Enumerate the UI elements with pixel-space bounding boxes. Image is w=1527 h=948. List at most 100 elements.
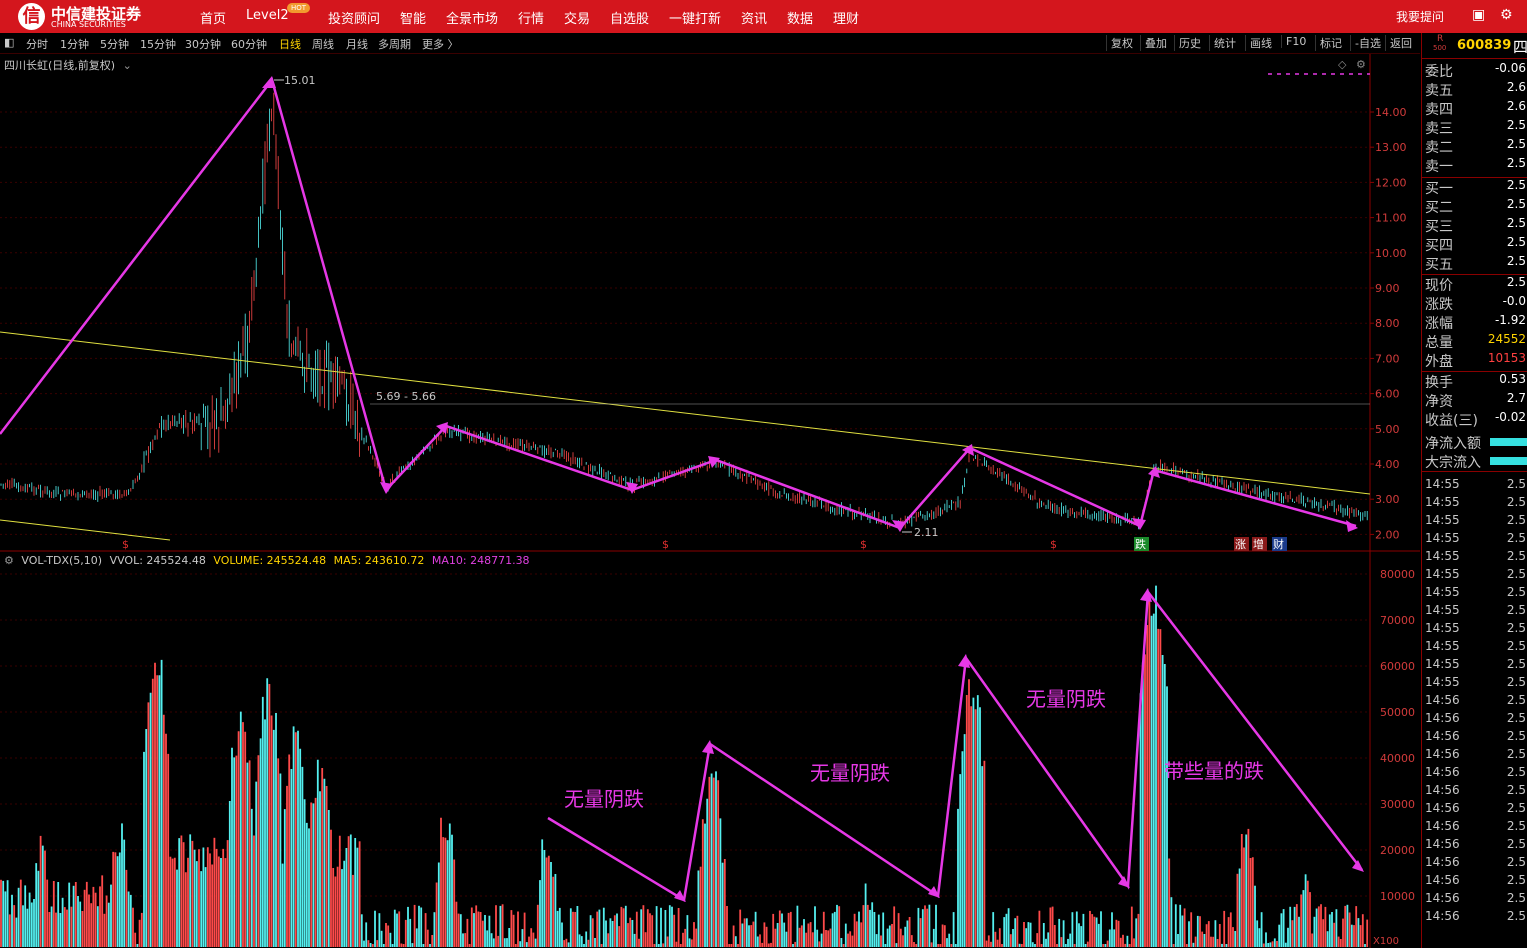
quote-value: -0.02 bbox=[1494, 410, 1526, 424]
stock-chart-canvas[interactable]: 14.00 13.00 12.00 11.00 10.00 9.00 8.00 7.00 6.0… bbox=[0, 54, 1421, 948]
marker-rise[interactable]: 涨 bbox=[1235, 538, 1246, 551]
tick-row: 14:55 2.5 bbox=[1425, 531, 1527, 549]
nav-watchlist[interactable]: 自选股 bbox=[610, 8, 649, 27]
volume-tick-label: 80000 bbox=[1380, 568, 1415, 581]
event-markers: $ $ $ $ 跌 涨 增 财 bbox=[122, 537, 1287, 551]
nav-home[interactable]: 首页 bbox=[200, 8, 226, 27]
nav-advisor[interactable]: 投资顾问 bbox=[328, 8, 380, 27]
period-monthly[interactable]: 月线 bbox=[346, 36, 368, 52]
tick-price: 2.5 bbox=[1506, 585, 1526, 599]
tick-row: 14:55 2.5 bbox=[1425, 657, 1527, 675]
tick-row: 14:56 2.5 bbox=[1425, 801, 1527, 819]
cube-icon[interactable]: ▣ bbox=[1472, 7, 1485, 23]
period-more[interactable]: 更多 〉 bbox=[422, 36, 459, 52]
tick-row: 14:56 2.5 bbox=[1425, 837, 1527, 855]
trendline-lower[interactable] bbox=[0, 519, 171, 541]
tick-row: 14:56 2.5 bbox=[1425, 747, 1527, 765]
diamond-icon[interactable]: ◇ bbox=[1338, 58, 1347, 71]
tick-time: 14:55 bbox=[1425, 621, 1460, 635]
tick-price: 2.5 bbox=[1506, 513, 1526, 527]
tick-time: 14:55 bbox=[1425, 639, 1460, 653]
quote-row: 净流入额 bbox=[1425, 433, 1527, 452]
tick-row: 14:55 2.5 bbox=[1425, 477, 1527, 495]
quote-value: 2.5 bbox=[1506, 254, 1526, 268]
period-intraday[interactable]: 分时 bbox=[26, 36, 48, 52]
tool-adjust[interactable]: 复权 bbox=[1106, 35, 1133, 51]
marker-increase[interactable]: 增 bbox=[1253, 537, 1264, 551]
stock-code-header[interactable]: R 500 600839 四 bbox=[1425, 34, 1527, 58]
nav-ipo[interactable]: 一键打新 bbox=[669, 8, 721, 27]
brand-logo[interactable]: 信 中信建投证券 CHINA SECURITIES bbox=[18, 3, 168, 31]
tool-overlay[interactable]: 叠加 bbox=[1140, 35, 1167, 51]
tool-draw[interactable]: 画线 bbox=[1245, 35, 1272, 51]
price-tick-label: 3.00 bbox=[1375, 493, 1400, 506]
tick-time: 14:56 bbox=[1425, 819, 1460, 833]
low-price-label: 2.11 bbox=[914, 526, 939, 539]
quote-label: 卖四 bbox=[1425, 102, 1453, 118]
quote-label: 涨幅 bbox=[1425, 316, 1453, 332]
tool-mark[interactable]: 标记 bbox=[1315, 35, 1342, 51]
panel-toggle-icon[interactable]: ◧ bbox=[4, 36, 14, 49]
volume-tick-label: 10000 bbox=[1380, 890, 1415, 903]
tool-f10[interactable]: F10 bbox=[1281, 35, 1306, 48]
price-tick-label: 13.00 bbox=[1375, 141, 1407, 154]
tool-history[interactable]: 历史 bbox=[1174, 35, 1201, 51]
tick-row: 14:56 2.5 bbox=[1425, 711, 1527, 729]
marker-dividend-4[interactable]: $ bbox=[1050, 538, 1057, 551]
period-daily[interactable]: 日线 bbox=[279, 36, 301, 52]
quote-label: 净流入额 bbox=[1425, 436, 1481, 452]
quote-value: 2.5 bbox=[1506, 118, 1526, 132]
nav-level2[interactable]: Level2 bbox=[246, 8, 289, 23]
tick-time: 14:55 bbox=[1425, 567, 1460, 581]
marker-finance[interactable]: 财 bbox=[1273, 537, 1284, 551]
tool-stats[interactable]: 统计 bbox=[1209, 35, 1236, 51]
tick-row: 14:56 2.5 bbox=[1425, 693, 1527, 711]
tick-time: 14:55 bbox=[1425, 675, 1460, 689]
period-multi[interactable]: 多周期 bbox=[378, 36, 411, 52]
marker-fall[interactable]: 跌 bbox=[1135, 537, 1146, 551]
tick-time: 14:56 bbox=[1425, 855, 1460, 869]
quote-row: 涨跌 -0.0 bbox=[1425, 294, 1527, 313]
tick-time: 14:55 bbox=[1425, 477, 1460, 491]
nav-wealth[interactable]: 理财 bbox=[833, 8, 859, 27]
tick-time: 14:56 bbox=[1425, 873, 1460, 887]
ask-question-link[interactable]: 我要提问 bbox=[1396, 8, 1444, 25]
volume-wave-arrows bbox=[547, 588, 1363, 903]
period-30min[interactable]: 30分钟 bbox=[185, 36, 221, 52]
tick-price: 2.5 bbox=[1506, 891, 1526, 905]
nav-news[interactable]: 资讯 bbox=[741, 8, 767, 27]
price-tick-label: 8.00 bbox=[1375, 317, 1400, 330]
period-weekly[interactable]: 周线 bbox=[312, 36, 334, 52]
marker-dividend-3[interactable]: $ bbox=[860, 538, 867, 551]
marker-dividend-1[interactable]: $ bbox=[122, 538, 129, 551]
stock-name: 四 bbox=[1513, 38, 1527, 56]
top-nav-bar: 信 中信建投证券 CHINA SECURITIES 首页 Level2 HOT … bbox=[0, 0, 1527, 33]
price-tick-label: 4.00 bbox=[1375, 458, 1400, 471]
period-15min[interactable]: 15分钟 bbox=[140, 36, 176, 52]
tick-time: 14:55 bbox=[1425, 585, 1460, 599]
tick-row: 14:55 2.5 bbox=[1425, 603, 1527, 621]
quote-row: 净资 2.7 bbox=[1425, 391, 1527, 410]
tick-time: 14:56 bbox=[1425, 711, 1460, 725]
nav-quotes[interactable]: 行情 bbox=[518, 8, 544, 27]
tool-back[interactable]: 返回 bbox=[1385, 35, 1412, 51]
period-60min[interactable]: 60分钟 bbox=[231, 36, 267, 52]
nav-smart[interactable]: 智能 bbox=[400, 8, 426, 27]
quote-value: -1.92 bbox=[1494, 313, 1526, 327]
tool-remove-watch[interactable]: -自选 bbox=[1350, 35, 1381, 51]
tick-time: 14:55 bbox=[1425, 495, 1460, 509]
tick-row: 14:56 2.5 bbox=[1425, 855, 1527, 873]
period-5min[interactable]: 5分钟 bbox=[100, 36, 129, 52]
marker-dividend-2[interactable]: $ bbox=[662, 538, 669, 551]
settings-icon[interactable]: ⚙ bbox=[1356, 58, 1366, 71]
nav-panorama[interactable]: 全景市场 bbox=[446, 8, 498, 27]
quote-row: 总量 24552 bbox=[1425, 332, 1527, 351]
settings-gear-icon[interactable]: ⚙ bbox=[1500, 7, 1513, 23]
tick-price: 2.5 bbox=[1506, 621, 1526, 635]
quote-label: 卖一 bbox=[1425, 159, 1453, 175]
price-tick-label: 5.00 bbox=[1375, 423, 1400, 436]
nav-trade[interactable]: 交易 bbox=[564, 8, 590, 27]
tick-row: 14:56 2.5 bbox=[1425, 909, 1527, 927]
nav-data[interactable]: 数据 bbox=[787, 8, 813, 27]
period-1min[interactable]: 1分钟 bbox=[60, 36, 89, 52]
